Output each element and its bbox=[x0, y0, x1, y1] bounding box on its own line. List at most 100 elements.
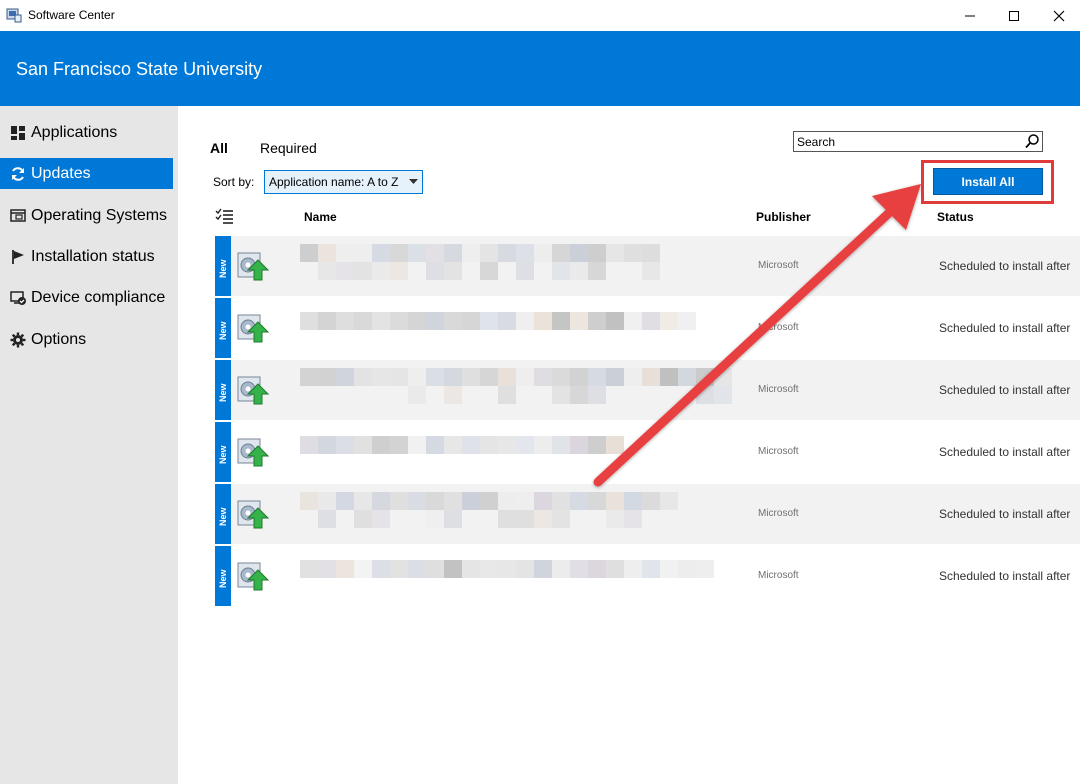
redaction-block bbox=[372, 492, 390, 510]
table-row[interactable]: New Microsoft Scheduled to install after bbox=[215, 360, 1080, 420]
redaction-block bbox=[318, 510, 336, 528]
tab-required[interactable]: Required bbox=[260, 140, 317, 156]
sidebar-item-operating-systems[interactable]: Operating Systems bbox=[0, 200, 173, 231]
redaction-block bbox=[426, 312, 444, 330]
redaction-block bbox=[480, 312, 498, 330]
column-header-name[interactable]: Name bbox=[304, 210, 337, 224]
redaction-block bbox=[444, 560, 462, 578]
redaction-block bbox=[462, 244, 480, 262]
redaction-block bbox=[480, 436, 498, 454]
close-button[interactable] bbox=[1036, 0, 1080, 31]
software-update-icon bbox=[237, 252, 270, 281]
redaction-block bbox=[624, 368, 642, 386]
redaction-block bbox=[534, 436, 552, 454]
search-icon[interactable] bbox=[1024, 133, 1040, 150]
redaction-block bbox=[354, 510, 372, 528]
sidebar-item-label: Operating Systems bbox=[31, 206, 168, 224]
redaction-block bbox=[444, 312, 462, 330]
redaction-block bbox=[678, 368, 696, 386]
redaction-block bbox=[534, 492, 552, 510]
select-all-checklist-icon[interactable] bbox=[215, 208, 235, 224]
status-cell: Scheduled to install after bbox=[939, 445, 1071, 459]
redaction-block bbox=[678, 312, 696, 330]
redaction-block bbox=[372, 262, 390, 280]
redaction-block bbox=[318, 368, 336, 386]
new-badge: New bbox=[215, 422, 231, 482]
new-badge-label: New bbox=[218, 259, 228, 278]
sort-dropdown[interactable]: Application name: A to Z bbox=[264, 170, 423, 194]
redaction-block bbox=[498, 560, 516, 578]
new-badge-label: New bbox=[218, 507, 228, 526]
redaction-block bbox=[570, 436, 588, 454]
redaction-block bbox=[714, 386, 732, 404]
sidebar-item-device-compliance[interactable]: Device compliance bbox=[0, 282, 173, 313]
minimize-icon bbox=[965, 15, 975, 16]
software-update-icon bbox=[237, 314, 270, 343]
new-badge-label: New bbox=[218, 383, 228, 402]
new-badge: New bbox=[215, 360, 231, 420]
redaction-block bbox=[660, 560, 678, 578]
redaction-block bbox=[372, 436, 390, 454]
redaction-block bbox=[354, 244, 372, 262]
redaction-block bbox=[444, 492, 462, 510]
redaction-block bbox=[462, 492, 480, 510]
redaction-block bbox=[516, 436, 534, 454]
blurred-update-name bbox=[300, 306, 745, 342]
redaction-block bbox=[570, 368, 588, 386]
sidebar-item-updates[interactable]: Updates bbox=[0, 158, 173, 189]
sidebar: Applications Updates Operating Systems I… bbox=[0, 106, 178, 784]
redaction-block bbox=[714, 368, 732, 386]
flag-icon bbox=[9, 248, 26, 265]
redaction-block bbox=[336, 560, 354, 578]
redaction-block bbox=[498, 244, 516, 262]
title-bar: Software Center bbox=[0, 0, 1080, 31]
redaction-block bbox=[318, 492, 336, 510]
redaction-block bbox=[552, 510, 570, 528]
redaction-block bbox=[606, 492, 624, 510]
redaction-block bbox=[390, 436, 408, 454]
sidebar-item-options[interactable]: Options bbox=[0, 324, 173, 355]
redaction-block bbox=[498, 510, 516, 528]
redaction-block bbox=[408, 368, 426, 386]
redaction-block bbox=[516, 560, 534, 578]
sort-label: Sort by: bbox=[213, 175, 255, 189]
new-badge: New bbox=[215, 236, 231, 296]
redaction-block bbox=[336, 368, 354, 386]
sidebar-item-applications[interactable]: Applications bbox=[0, 117, 173, 148]
redaction-block bbox=[516, 492, 534, 510]
redaction-block bbox=[300, 368, 318, 386]
sidebar-item-installation-status[interactable]: Installation status bbox=[0, 241, 173, 272]
minimize-button[interactable] bbox=[947, 0, 993, 31]
column-header-publisher[interactable]: Publisher bbox=[756, 210, 811, 224]
table-row[interactable]: New Microsoft Scheduled to install after bbox=[215, 484, 1080, 544]
redaction-block bbox=[516, 510, 534, 528]
redaction-block bbox=[624, 244, 642, 262]
redaction-block bbox=[642, 492, 660, 510]
table-row[interactable]: New Microsoft Scheduled to install after bbox=[215, 546, 1080, 606]
column-header-status[interactable]: Status bbox=[937, 210, 974, 224]
redaction-block bbox=[390, 368, 408, 386]
redaction-block bbox=[318, 244, 336, 262]
blurred-update-name bbox=[300, 492, 745, 528]
table-row[interactable]: New Microsoft Scheduled to install after bbox=[215, 298, 1080, 358]
table-row[interactable]: New Microsoft Scheduled to install after bbox=[215, 236, 1080, 296]
redaction-block bbox=[552, 262, 570, 280]
redaction-block bbox=[372, 368, 390, 386]
tab-all[interactable]: All bbox=[210, 140, 228, 156]
redaction-block bbox=[588, 436, 606, 454]
redaction-block bbox=[570, 386, 588, 404]
organization-name: San Francisco State University bbox=[16, 59, 263, 79]
install-all-button[interactable]: Install All bbox=[933, 168, 1043, 195]
redaction-block bbox=[534, 368, 552, 386]
redaction-block bbox=[552, 386, 570, 404]
redaction-block bbox=[606, 510, 624, 528]
redaction-block bbox=[516, 368, 534, 386]
redaction-block bbox=[300, 312, 318, 330]
redaction-block bbox=[462, 368, 480, 386]
redaction-block bbox=[336, 244, 354, 262]
window-title: Software Center bbox=[28, 8, 115, 22]
new-badge: New bbox=[215, 484, 231, 544]
maximize-button[interactable] bbox=[991, 0, 1037, 31]
search-input[interactable] bbox=[797, 134, 1017, 149]
table-row[interactable]: New Microsoft Scheduled to install after bbox=[215, 422, 1080, 482]
